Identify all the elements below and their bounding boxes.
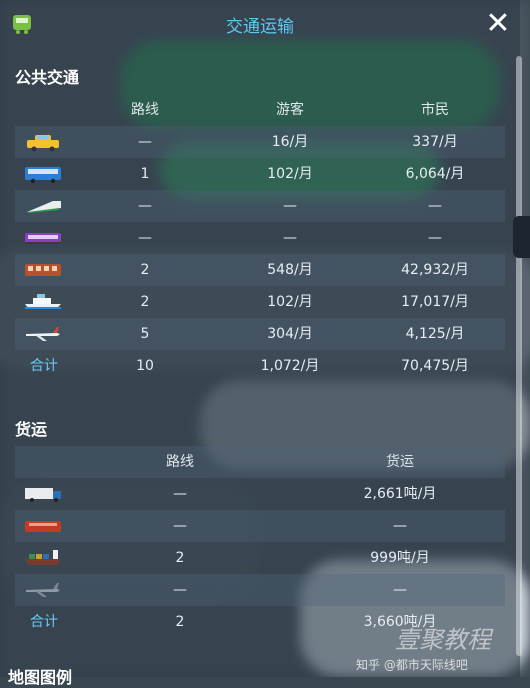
tourists-value: 304/月 (267, 326, 313, 342)
table-row: 2 548/月 42,932/月 (15, 254, 505, 286)
cargo-plane-icon (26, 583, 60, 597)
table-header-row: 路线 货运 (15, 446, 505, 478)
total-routes: 2 (175, 614, 185, 630)
cargo-value: 2,661吨/月 (363, 486, 437, 502)
cargo-train-icon (25, 521, 61, 532)
ship-icon (25, 294, 61, 309)
column-header-routes: 路线 (131, 102, 159, 118)
citizens-value: — (428, 230, 442, 246)
public-transport-heading: 公共交通 (15, 68, 80, 87)
routes-value: 5 (140, 326, 150, 342)
cargo-ship-icon (25, 550, 61, 565)
routes-value: 2 (140, 294, 150, 310)
tourists-value: 102/月 (267, 166, 313, 182)
tram-icon (25, 233, 61, 244)
cargo-heading: 货运 (15, 420, 48, 439)
close-button[interactable]: ✕ (484, 9, 512, 39)
table-row: 2 102/月 17,017/月 (15, 286, 505, 318)
cargo-value: — (393, 518, 407, 534)
routes-value: — (138, 134, 152, 150)
routes-value: — (173, 486, 187, 502)
map-legend-heading[interactable]: 地图图例 (8, 664, 72, 688)
total-citizens: 70,475/月 (401, 358, 469, 374)
title-bar: 交通运输 ✕ (0, 0, 520, 48)
table-row: — 2,661吨/月 (15, 478, 505, 510)
total-routes: 10 (136, 358, 154, 374)
routes-value: 2 (175, 550, 185, 566)
total-tourists: 1,072/月 (260, 358, 320, 374)
cargo-value: 999吨/月 (370, 550, 430, 566)
tourists-value: 16/月 (271, 134, 309, 150)
table-row: — — (15, 574, 505, 606)
airplane-icon (26, 327, 60, 341)
routes-value: — (173, 518, 187, 534)
watermark-brand: 壹聚教程 (395, 626, 491, 654)
citizens-value: 6,064/月 (405, 166, 465, 182)
routes-value: 1 (140, 166, 150, 182)
citizens-value: 4,125/月 (405, 326, 465, 342)
close-icon: ✕ (485, 6, 511, 41)
taxi-icon (27, 135, 59, 152)
watermark-credit: 知乎 @都市天际线吧 (356, 658, 468, 672)
bus-icon (25, 167, 61, 184)
table-row: — — (15, 510, 505, 542)
routes-value: — (138, 198, 152, 214)
total-label: 合计 (30, 614, 58, 630)
transport-panel: 交通运输 ✕ 公共交通 路线 游客 市民 — 16/月 337/月 1 102/… (0, 0, 520, 687)
citizens-value: 337/月 (412, 134, 458, 150)
panel-scrollbar[interactable] (516, 56, 522, 656)
tourists-value: 548/月 (267, 262, 313, 278)
table-row: 1 102/月 6,064/月 (15, 158, 505, 190)
total-row: 合计 10 1,072/月 70,475/月 (15, 350, 505, 382)
column-header-routes: 路线 (166, 454, 194, 470)
column-header-tourists: 游客 (276, 102, 304, 118)
table-row: — — — (15, 190, 505, 222)
citizens-value: 17,017/月 (401, 294, 469, 310)
routes-value: — (173, 582, 187, 598)
metro-icon (27, 201, 61, 213)
window-title: 交通运输 (226, 17, 294, 37)
routes-value: — (138, 230, 152, 246)
table-row: — — — (15, 222, 505, 254)
column-header-cargo: 货运 (386, 454, 414, 470)
column-header-citizens: 市民 (421, 102, 449, 118)
table-header-row: 路线 游客 市民 (15, 94, 505, 126)
citizens-value: — (428, 198, 442, 214)
table-row: — 16/月 337/月 (15, 126, 505, 158)
tourists-value: 102/月 (267, 294, 313, 310)
citizens-value: 42,932/月 (401, 262, 469, 278)
routes-value: 2 (140, 262, 150, 278)
side-collapse-tab[interactable] (513, 216, 530, 258)
cargo-table: 路线 货运 — 2,661吨/月 — — 2 999吨/月 — — 合计 2 3… (15, 446, 505, 638)
tourists-value: — (283, 198, 297, 214)
truck-icon (25, 488, 61, 502)
total-label: 合计 (30, 358, 58, 374)
cargo-value: — (393, 582, 407, 598)
public-transport-table: 路线 游客 市民 — 16/月 337/月 1 102/月 6,064/月 — … (15, 94, 505, 382)
train-icon (25, 264, 61, 276)
table-row: 5 304/月 4,125/月 (15, 318, 505, 350)
tourists-value: — (283, 230, 297, 246)
table-row: 2 999吨/月 (15, 542, 505, 574)
